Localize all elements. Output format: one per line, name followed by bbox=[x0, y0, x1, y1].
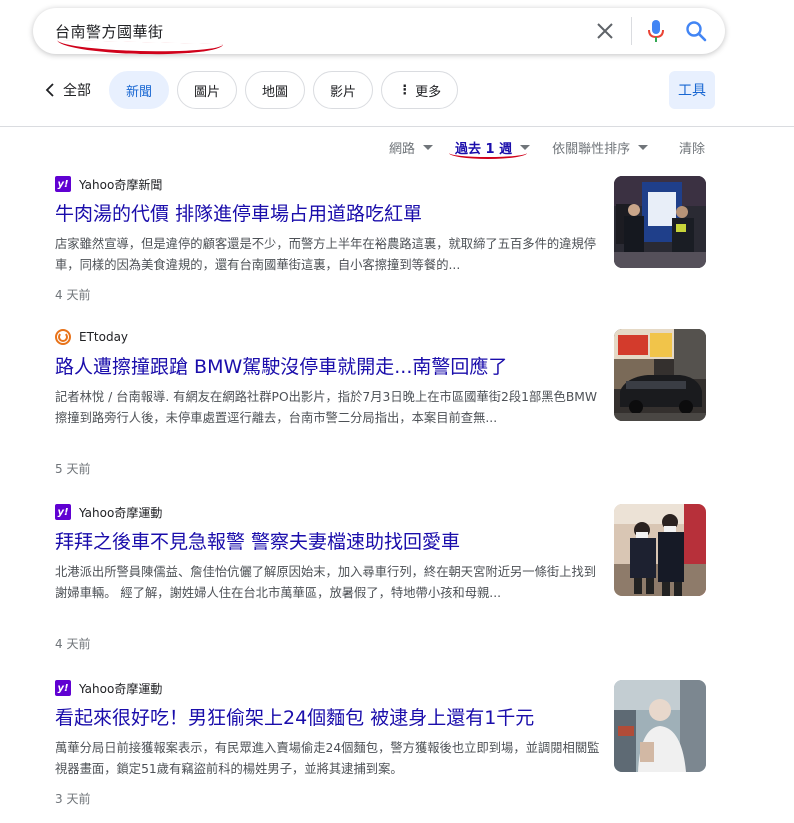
result-time: 5 天前 bbox=[55, 462, 91, 476]
result-source[interactable]: y! Yahoo奇摩運動 bbox=[55, 504, 707, 520]
result-thumbnail[interactable] bbox=[614, 176, 706, 268]
search-input[interactable]: 台南警方國華街 bbox=[55, 21, 164, 42]
result-source-name: Yahoo奇摩新聞 bbox=[79, 177, 163, 192]
search-divider bbox=[631, 17, 632, 45]
result-thumbnail[interactable] bbox=[614, 504, 706, 596]
search-icon[interactable] bbox=[685, 20, 707, 42]
tab-images-label: 圖片 bbox=[194, 84, 221, 100]
ettoday-icon bbox=[55, 329, 71, 345]
filter-sort-label: 依關聯性排序 bbox=[552, 142, 631, 157]
result-source-name: ETtoday bbox=[79, 330, 129, 344]
result-snippet: 北港派出所警員陳儒益、詹佳怡伉儷了解原因始末，加入尋車行列，終在朝天宮附近另一條… bbox=[55, 565, 597, 600]
red-underline-annotation bbox=[56, 39, 224, 57]
filter-web-label: 網路 bbox=[389, 142, 416, 157]
filter-sort[interactable]: 依關聯性排序 bbox=[552, 138, 649, 157]
caret-down-icon bbox=[423, 145, 434, 150]
result-title-link[interactable]: 路人遭擦撞跟蹌 BMW駕駛沒停車就開走...南警回應了 bbox=[55, 355, 600, 379]
result-item: y! Yahoo奇摩新聞 牛肉湯的代價 排隊進停車場占用道路吃紅單 店家雖然宣導… bbox=[55, 176, 707, 303]
yahoo-icon: y! bbox=[55, 504, 71, 520]
more-vert-icon: ⋮ bbox=[398, 82, 412, 98]
tab-all[interactable]: 全部 bbox=[45, 80, 91, 100]
red-underline-annotation bbox=[449, 153, 528, 159]
result-source-name: Yahoo奇摩運動 bbox=[79, 505, 163, 520]
microphone-icon[interactable] bbox=[647, 19, 665, 43]
tab-images[interactable]: 圖片 bbox=[177, 71, 238, 109]
tab-videos[interactable]: 影片 bbox=[313, 71, 374, 109]
tab-all-label: 全部 bbox=[63, 83, 91, 99]
clear-filters-link[interactable]: 清除 bbox=[679, 138, 705, 157]
tab-more-label: 更多 bbox=[415, 84, 442, 100]
tab-maps-label: 地圖 bbox=[262, 84, 289, 100]
result-snippet: 店家雖然宣導，但是違停的顧客還是不少，而警方上半年在裕農路這裏，就取締了五百多件… bbox=[55, 237, 597, 272]
result-time: 3 天前 bbox=[55, 792, 91, 806]
yahoo-icon: y! bbox=[55, 176, 71, 192]
result-item: ETtoday 路人遭擦撞跟蹌 BMW駕駛沒停車就開走...南警回應了 記者林悅… bbox=[55, 329, 707, 477]
tab-more[interactable]: ⋮ 更多 bbox=[381, 71, 459, 109]
tools-button[interactable]: 工具 bbox=[669, 71, 715, 109]
result-snippet: 萬華分局日前接獲報案表示，有民眾進入賣場偷走24個麵包，警方獲報後也立即到場，並… bbox=[55, 741, 600, 776]
result-source-name: Yahoo奇摩運動 bbox=[79, 681, 163, 696]
caret-down-icon bbox=[638, 145, 649, 150]
result-thumbnail[interactable] bbox=[614, 680, 706, 772]
result-title-link[interactable]: 拜拜之後車不見急報警 警察夫妻檔速助找回愛車 bbox=[55, 530, 600, 554]
tab-videos-label: 影片 bbox=[330, 84, 357, 100]
chevron-left-icon bbox=[45, 83, 54, 97]
search-box[interactable]: 台南警方國華街 bbox=[33, 8, 725, 57]
tab-maps[interactable]: 地圖 bbox=[245, 71, 306, 109]
result-title-link[interactable]: 牛肉湯的代價 排隊進停車場占用道路吃紅單 bbox=[55, 202, 600, 226]
header-divider bbox=[0, 126, 794, 127]
result-source[interactable]: ETtoday bbox=[55, 329, 707, 345]
tab-news[interactable]: 新聞 bbox=[109, 71, 170, 109]
result-snippet: 記者林悅 / 台南報導. 有網友在網路社群PO出影片，指於7月3日晚上在市區國華… bbox=[55, 390, 598, 425]
result-source[interactable]: y! Yahoo奇摩運動 bbox=[55, 680, 707, 696]
result-item: y! Yahoo奇摩運動 拜拜之後車不見急報警 警察夫妻檔速助找回愛車 北港派出… bbox=[55, 504, 707, 652]
result-time: 4 天前 bbox=[55, 637, 91, 651]
yahoo-icon: y! bbox=[55, 680, 71, 696]
search-tabs: 全部 新聞 圖片 地圖 影片 ⋮ 更多 bbox=[45, 70, 466, 110]
filter-bar: 網路 過去 1 週 依關聯性排序 bbox=[389, 138, 649, 159]
close-icon[interactable] bbox=[595, 21, 615, 41]
result-time: 4 天前 bbox=[55, 288, 91, 302]
result-thumbnail[interactable] bbox=[614, 329, 706, 421]
result-item: y! Yahoo奇摩運動 看起來很好吃！男狂偷架上24個麵包 被逮身上還有1千元… bbox=[55, 680, 707, 807]
filter-web[interactable]: 網路 bbox=[389, 138, 434, 157]
caret-down-icon bbox=[520, 145, 531, 150]
result-title-link[interactable]: 看起來很好吃！男狂偷架上24個麵包 被逮身上還有1千元 bbox=[55, 706, 600, 730]
filter-time[interactable]: 過去 1 週 bbox=[449, 138, 531, 159]
result-source[interactable]: y! Yahoo奇摩新聞 bbox=[55, 176, 707, 192]
tab-news-label: 新聞 bbox=[126, 84, 153, 100]
